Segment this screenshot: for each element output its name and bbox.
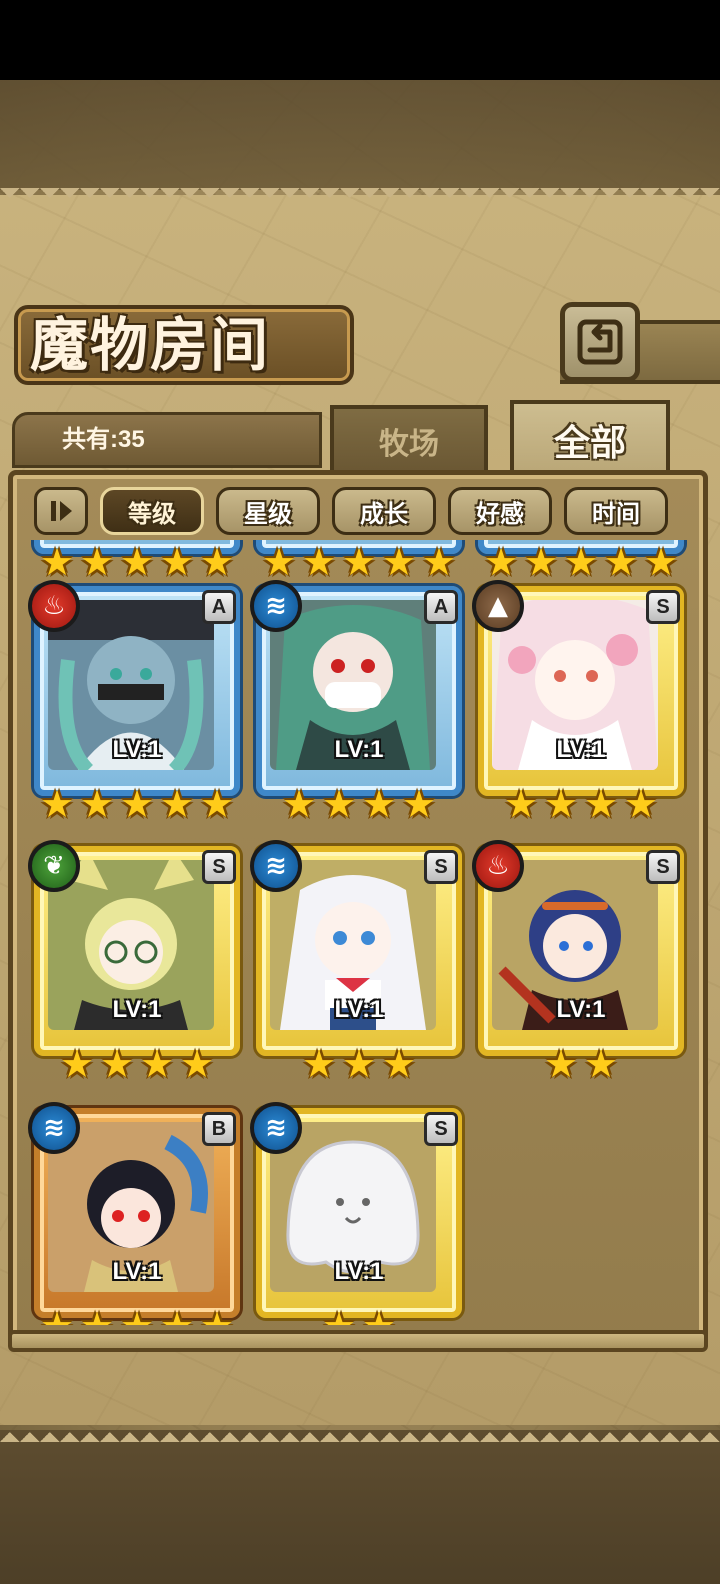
monster-level: LV:1 — [112, 996, 162, 1023]
star-icon: ★ — [401, 782, 437, 826]
star-icon: ★ — [543, 1042, 579, 1086]
grid-bottom-rail — [8, 1330, 708, 1352]
sort-affection-button[interactable]: 好感 — [448, 487, 552, 535]
rank-badge: S — [646, 590, 680, 624]
tab-all[interactable]: 全部 — [510, 400, 670, 476]
earth-element-icon: ▲ — [472, 580, 524, 632]
monster-level: LV:1 — [334, 996, 384, 1023]
rank-badge: S — [424, 850, 458, 884]
sort-toggle-button[interactable] — [34, 487, 88, 535]
back-arrow-icon — [577, 319, 623, 365]
star-icon: ★ — [199, 782, 235, 826]
rank-badge: A — [424, 590, 458, 624]
monster-card[interactable]: ≋ A LV:1 ★ ★ ★ ★ — [250, 580, 462, 826]
star-icon: ★ — [159, 782, 195, 826]
monster-card[interactable]: ≋ S LV:1 ★★ — [250, 1102, 462, 1325]
monster-level: LV:1 — [556, 996, 606, 1023]
star-rating: ★★★★★ — [34, 782, 240, 826]
back-button[interactable] — [560, 302, 640, 382]
star-icon: ★ — [78, 1307, 116, 1325]
water-element-icon: ≋ — [250, 1102, 302, 1154]
rank-badge: S — [424, 1112, 458, 1146]
monster-level: LV:1 — [112, 736, 162, 763]
star-rating: ★ ★ ★ — [256, 1042, 462, 1086]
monster-card[interactable]: ▲ S LV:1 ★ ★ ★ ★ — [472, 580, 684, 826]
star-icon: ★ — [179, 1042, 215, 1086]
water-element-icon: ≋ — [250, 840, 302, 892]
star-icon: ★ — [623, 782, 659, 826]
star-icon: ★ — [139, 1042, 175, 1086]
monster-card[interactable]: ♨ A LV:1 ★ ★ ★ ★ ★ — [28, 580, 240, 826]
water-element-icon: ≋ — [28, 1102, 80, 1154]
rank-badge: S — [646, 850, 680, 884]
monster-card[interactable]: ≋ S LV:1 ★ ★ ★ — [250, 840, 462, 1086]
map-bottom-strip — [0, 1430, 720, 1584]
rank-badge: B — [202, 1112, 236, 1146]
star-icon: ★ — [381, 1042, 417, 1086]
tab-pasture[interactable]: 牧场 — [330, 405, 488, 473]
status-bar — [0, 0, 720, 80]
monster-card[interactable]: ≋ B LV:1 ★★★★★ — [28, 1102, 240, 1325]
monster-card-partial[interactable]: ★ ★ ★ ★ ★ — [34, 540, 240, 584]
count-bar — [12, 412, 322, 468]
page-title: 魔物房间 — [30, 311, 271, 379]
rank-badge: S — [202, 850, 236, 884]
sort-growth-button[interactable]: 成长 — [332, 487, 436, 535]
star-icon: ★ — [361, 782, 397, 826]
star-rating: ★ ★ ★ ★ — [478, 782, 684, 826]
star-icon: ★ — [341, 1042, 377, 1086]
monster-level: LV:1 — [334, 1258, 384, 1285]
star-rating: ★★★★★ — [34, 1304, 240, 1325]
star-icon: ★ — [59, 1042, 95, 1086]
star-icon: ★ — [99, 1042, 135, 1086]
wood-element-icon: ❦ — [28, 840, 80, 892]
monster-count: 共有:35 — [62, 426, 145, 453]
monster-card[interactable]: ♨ S LV:1 ★ ★ — [472, 840, 684, 1086]
monster-grid: ★ ★ ★ ★ ★ ★ ★ ★ ★ ★ ★ ★ ★ ★ ★ ♨ A LV:1 ★ ★ ★ ★ ★ ≋ A LV:… — [20, 540, 696, 1325]
water-element-icon: ≋ — [250, 580, 302, 632]
star-rating: ★ ★ ★ ★ — [256, 782, 462, 826]
monster-level: LV:1 — [334, 736, 384, 763]
star-icon: ★ — [503, 782, 539, 826]
star-rating: ★★ — [256, 1304, 462, 1325]
sort-star-button[interactable]: 星级 — [216, 487, 320, 535]
star-icon: ★ — [158, 1307, 196, 1325]
star-rating: ★ ★ ★ ★ — [34, 1042, 240, 1086]
star-icon: ★ — [79, 782, 115, 826]
star-icon: ★ — [38, 1307, 76, 1325]
panel-bottom-edge — [0, 1422, 720, 1442]
monster-level: LV:1 — [112, 1258, 162, 1285]
map-top-strip — [0, 80, 720, 190]
monster-card-partial[interactable]: ★ ★ ★ ★ ★ — [256, 540, 462, 584]
star-icon: ★ — [321, 782, 357, 826]
star-icon: ★ — [360, 1307, 398, 1325]
panel-top-edge — [0, 188, 720, 208]
star-icon: ★ — [301, 1042, 337, 1086]
star-icon: ★ — [583, 782, 619, 826]
monster-level: LV:1 — [556, 736, 606, 763]
star-icon: ★ — [320, 1307, 358, 1325]
monster-card-partial[interactable]: ★ ★ ★ ★ ★ — [478, 540, 684, 584]
star-icon: ★ — [198, 1307, 236, 1325]
monster-card[interactable]: ❦ S LV:1 ★ ★ ★ ★ — [28, 840, 240, 1086]
rank-badge: A — [202, 590, 236, 624]
star-icon: ★ — [583, 1042, 619, 1086]
star-icon: ★ — [39, 782, 75, 826]
fire-element-icon: ♨ — [472, 840, 524, 892]
star-icon: ★ — [543, 782, 579, 826]
sort-toggle-icon — [51, 501, 72, 521]
star-icon: ★ — [118, 1307, 156, 1325]
star-icon: ★ — [281, 782, 317, 826]
sort-level-button[interactable]: 等级 — [100, 487, 204, 535]
star-rating: ★★ — [478, 1042, 684, 1086]
fire-element-icon: ♨ — [28, 580, 80, 632]
star-icon: ★ — [119, 782, 155, 826]
sort-time-button[interactable]: 时间 — [564, 487, 668, 535]
